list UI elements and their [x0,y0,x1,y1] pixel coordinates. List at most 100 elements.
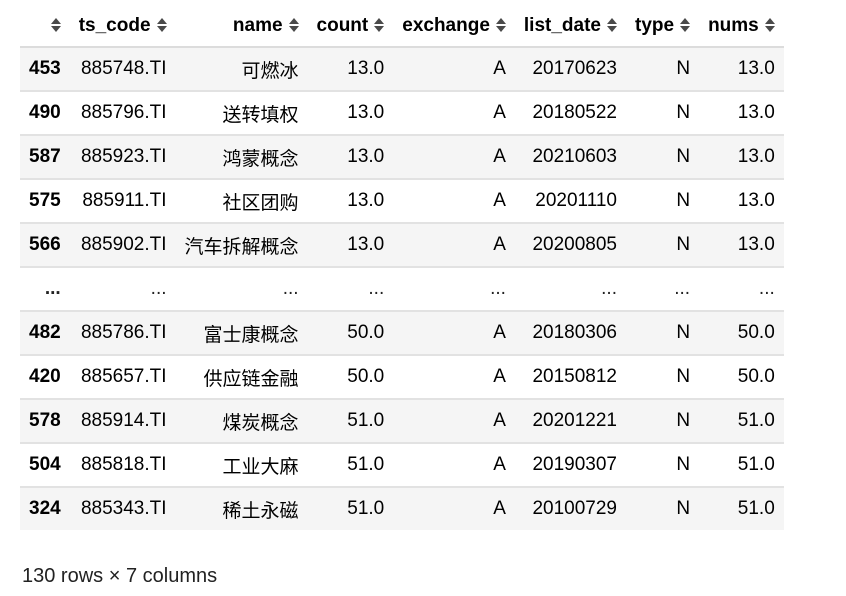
cell-nums: 13.0 [699,91,784,136]
cell-nums: 13.0 [699,47,784,92]
row-index: 587 [20,135,70,180]
cell-exchange: A [393,399,515,444]
cell-exchange: A [393,135,515,180]
cell-nums: 51.0 [699,443,784,488]
cell-exchange: A [393,47,515,92]
sort-icon[interactable] [764,17,775,33]
cell-list-date: 20201110 [514,179,626,224]
cell-name: ... [175,267,308,312]
cell-name: 供应链金融 [175,355,308,400]
header-ts-code[interactable]: ts_code [69,6,176,48]
cell-type: N [626,311,700,356]
cell-count: 13.0 [307,135,394,180]
cell-count: 51.0 [307,399,394,444]
table-header: ts_code name count exchange list_date type num… [20,6,784,48]
sort-icon[interactable] [288,17,299,33]
cell-ts-code: ... [69,267,176,312]
cell-type: N [626,223,700,268]
header-label: type [635,15,675,36]
cell-type: N [626,179,700,224]
cell-list-date: 20200805 [514,223,626,268]
cell-name: 鸿蒙概念 [175,135,308,180]
cell-count: 13.0 [307,91,394,136]
cell-nums: ... [699,267,784,312]
cell-count: 13.0 [307,47,394,92]
header-list-date[interactable]: list_date [514,6,626,48]
sort-icon[interactable] [495,17,506,33]
sort-icon[interactable] [156,17,167,33]
header-label: count [316,15,369,36]
cell-list-date: 20210603 [514,135,626,180]
cell-list-date: 20190307 [514,443,626,488]
cell-nums: 13.0 [699,223,784,268]
table-row: 504 885818.TI 工业大麻 51.0 A 20190307 N 51.0 [20,443,784,488]
header-label: ts_code [78,15,151,36]
cell-type: N [676,498,691,519]
sort-icon[interactable] [607,17,617,33]
table-row: 490 885796.TI 送转填权 13.0 A 20180522 N 13.0 [20,91,784,136]
cell-exchange: A [393,443,515,488]
cell-exchange: ... [393,267,515,312]
cell-type: N [626,443,700,488]
row-index: 420 [20,355,70,400]
cell-type: ... [626,267,700,312]
sort-icon[interactable] [680,17,691,33]
table-row: 578 885914.TI 煤炭概念 51.0 A 20201221 N 51.0 [20,399,784,444]
cell-name: 稀土永磁 [222,500,299,522]
header-index[interactable] [20,6,70,48]
header-name[interactable]: name [175,6,308,48]
cell-list-date: 20150812 [514,355,626,400]
cell-count: ... [307,267,394,312]
cell-count: 51.0 [307,443,394,488]
header-type[interactable]: type [626,6,700,48]
cell-ts-code: 885923.TI [69,135,176,180]
cell-list-date: 20201221 [514,399,626,444]
sort-icon[interactable] [374,17,385,33]
row-index: 566 [20,223,70,268]
cell-ts-code: 885343.TI [80,498,167,519]
table-row: 420 885657.TI 供应链金融 50.0 A 20150812 N 50.0 [20,355,784,400]
cell-count: 13.0 [307,223,394,268]
row-index: 504 [20,443,70,488]
header-exchange[interactable]: exchange [393,6,515,48]
row-index: 453 [20,47,70,92]
cell-nums: 50.0 [699,355,784,400]
sort-icon[interactable] [50,17,61,33]
cell-exchange: A [393,223,515,268]
row-index: 578 [20,399,70,444]
header-label: nums [708,15,759,36]
cell-name: 社区团购 [175,179,308,224]
cell-type: N [626,135,700,180]
dataframe-container: ts_code name count exchange list_date type num… [20,6,784,530]
cell-count: 51.0 [347,498,385,519]
table-row: 324 885343.TI 稀土永磁 51.0 A 20100729 N 51.0 [20,487,784,530]
table-row: 587 885923.TI 鸿蒙概念 13.0 A 20210603 N 13.0 [20,135,784,180]
cell-ts-code: 885786.TI [69,311,176,356]
ellipsis-row: ........................ [20,267,784,312]
cell-exchange: A [493,498,506,519]
cell-name: 煤炭概念 [175,399,308,444]
table-body: 453 885748.TI 可燃冰 13.0 A 20170623 N 13.0 490 8857… [20,47,784,530]
row-index: 324 [29,498,61,519]
table-row: 482 885786.TI 富士康概念 50.0 A 20180306 N 50.0 [20,311,784,356]
header-nums[interactable]: nums [699,6,784,48]
cell-name: 汽车拆解概念 [175,223,308,268]
cell-nums: 13.0 [699,179,784,224]
cell-ts-code: 885818.TI [69,443,176,488]
cell-ts-code: 885748.TI [69,47,176,92]
cell-count: 50.0 [307,311,394,356]
cell-ts-code: 885796.TI [69,91,176,136]
dataframe-table: ts_code name count exchange list_date type num… [20,6,784,530]
cell-nums: 50.0 [699,311,784,356]
cell-type: N [626,91,700,136]
cell-ts-code: 885657.TI [69,355,176,400]
cell-list-date: 20100729 [532,498,617,519]
cell-name: 工业大麻 [175,443,308,488]
header-label: list_date [523,15,601,36]
header-count[interactable]: count [307,6,394,48]
cell-exchange: A [393,91,515,136]
cell-name: 送转填权 [175,91,308,136]
cell-nums: 51.0 [699,399,784,444]
cell-ts-code: 885911.TI [69,179,176,224]
header-label: name [232,15,283,36]
